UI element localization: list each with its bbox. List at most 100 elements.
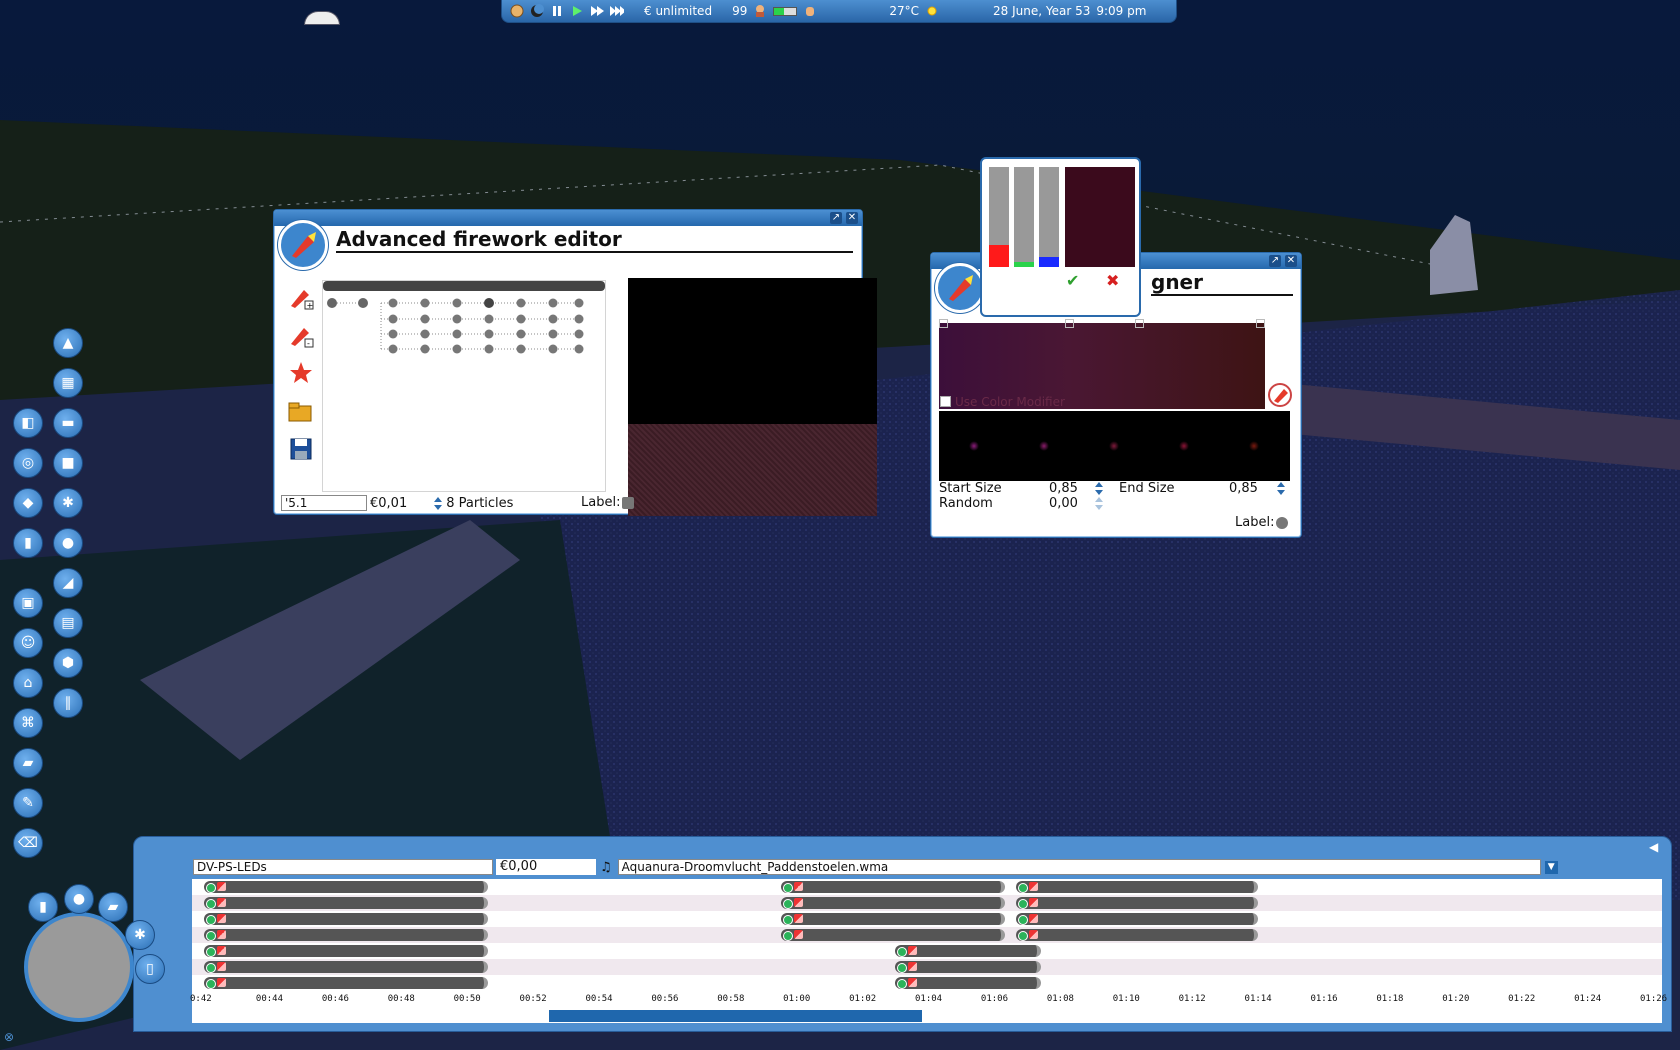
open-folder-button[interactable] [286, 396, 316, 426]
firework-editor-titlebar[interactable] [274, 210, 862, 226]
close-icon[interactable]: ✕ [846, 212, 858, 224]
firework-clip[interactable] [204, 961, 488, 973]
gradient-handle[interactable] [1065, 319, 1074, 328]
staff-icon[interactable]: ● [53, 528, 83, 558]
firework-clip[interactable] [204, 881, 488, 893]
rides-icon[interactable]: ∥ [53, 688, 83, 718]
remove-firework-button[interactable]: - [286, 320, 316, 350]
end-size-value[interactable]: 0,85 [1229, 481, 1258, 496]
guests-info-icon[interactable]: ☺ [13, 628, 43, 658]
firework-tree[interactable] [322, 280, 606, 492]
timeline-row[interactable] [192, 895, 1662, 911]
landscape-icon[interactable]: ▰ [13, 748, 43, 778]
shops-icon[interactable]: ■ [53, 448, 83, 478]
night-mode-icon[interactable] [530, 4, 544, 18]
ride-photo-icon[interactable]: ● [64, 884, 94, 914]
timeline-row[interactable] [192, 943, 1662, 959]
view-options-icon[interactable]: ◎ [13, 448, 43, 478]
money-display[interactable]: € unlimited [644, 4, 712, 18]
play-icon[interactable] [570, 4, 584, 18]
confirm-color-icon[interactable]: ✔ [1066, 271, 1079, 290]
guest-count[interactable]: 99 [732, 4, 747, 18]
walls-icon[interactable]: ▬ [53, 408, 83, 438]
particle-count-spinner[interactable] [433, 496, 444, 510]
firework-clip[interactable] [895, 961, 1041, 973]
close-icon[interactable]: ⊗ [4, 1030, 18, 1044]
gradient-handle[interactable] [1135, 319, 1144, 328]
close-icon[interactable]: ✕ [1285, 255, 1297, 267]
tree-scrollbar[interactable] [323, 281, 605, 291]
firework-clip[interactable] [1016, 881, 1258, 893]
firework-clip[interactable] [781, 913, 1005, 925]
park-rating-meter[interactable] [773, 6, 798, 16]
finances-icon[interactable] [510, 4, 524, 18]
firework-clip[interactable] [204, 929, 488, 941]
wrench-icon[interactable]: ✎ [13, 788, 43, 818]
chevron-down-icon[interactable]: ▼ [1544, 860, 1558, 874]
barrel-icon[interactable]: ▯ [135, 954, 165, 984]
graphs-icon[interactable]: ▮ [28, 892, 58, 922]
collapse-arrow-icon[interactable]: ◀ [1649, 840, 1663, 854]
red-channel-slider[interactable] [989, 167, 1009, 267]
book-icon[interactable]: ▮ [13, 528, 43, 558]
firework-clip[interactable] [781, 881, 1005, 893]
burst-effect-button[interactable] [286, 358, 316, 388]
pause-icon[interactable] [550, 4, 564, 18]
build-object-icon[interactable]: ⬢ [53, 648, 83, 678]
timeline-row[interactable] [192, 975, 1662, 991]
firework-clip[interactable] [781, 897, 1005, 909]
firework-clip[interactable] [204, 913, 488, 925]
trash-icon[interactable]: ⌫ [13, 828, 43, 858]
scenery-trees-icon[interactable]: ▲ [53, 328, 83, 358]
firework-clip[interactable] [781, 929, 1005, 941]
show-name-field[interactable]: DV-PS-LEDs [193, 859, 493, 875]
color-gradient-bar[interactable]: Use Color Modifier [939, 319, 1265, 409]
firework-clip[interactable] [204, 977, 488, 989]
effects-icon[interactable]: ✱ [53, 488, 83, 518]
blue-channel-slider[interactable] [1039, 167, 1059, 267]
firework-clip[interactable] [1016, 913, 1258, 925]
timeline-tracks[interactable]: 0:42 00:44 00:46 00:48 00:50 00:52 00:54 00:56 0… [190, 879, 1667, 1009]
topbar-menu-handle[interactable] [304, 11, 340, 25]
gradient-handle[interactable] [1256, 319, 1265, 328]
timeline-row[interactable] [192, 959, 1662, 975]
label-color-icon[interactable] [1276, 516, 1289, 529]
timeline-scrollbar[interactable] [192, 1009, 1662, 1023]
photo-icon[interactable]: ▣ [13, 588, 43, 618]
end-size-spinner[interactable] [1276, 482, 1287, 495]
music-file-select[interactable]: Aquanura-Droomvlucht_Paddenstoelen.wma [617, 859, 1541, 875]
firework-clip[interactable] [204, 945, 488, 957]
path-icon[interactable]: ⌘ [13, 708, 43, 738]
fastest-forward-icon[interactable] [610, 4, 624, 18]
shop-stall-icon[interactable]: ⌂ [13, 668, 43, 698]
fences-icon[interactable]: ▦ [53, 368, 83, 398]
timeline-row[interactable] [192, 911, 1662, 927]
park-map-icon[interactable]: ◧ [13, 408, 43, 438]
save-button[interactable] [286, 434, 316, 464]
firework-clip[interactable] [204, 897, 488, 909]
firework-clip[interactable] [1016, 897, 1258, 909]
firework-clip[interactable] [895, 945, 1041, 957]
timeline-row[interactable] [192, 879, 1662, 895]
minimap[interactable] [24, 912, 134, 1022]
label-color-icon[interactable] [622, 496, 635, 509]
firework-clip[interactable] [1016, 929, 1258, 941]
green-channel-slider[interactable] [1014, 167, 1034, 267]
color-picker-button[interactable] [1268, 383, 1292, 407]
inspect-icon[interactable]: ◆ [13, 488, 43, 518]
firework-tool-icon[interactable]: ✱ [125, 920, 155, 950]
hand-icon[interactable] [803, 4, 817, 18]
add-firework-button[interactable]: + [286, 282, 316, 312]
terrain-icon[interactable]: ◢ [53, 568, 83, 598]
billboard-icon[interactable]: ▤ [53, 608, 83, 638]
fast-forward-icon[interactable] [590, 4, 604, 18]
firework-clip[interactable] [895, 977, 1041, 989]
firework-name-field[interactable]: '5.1 [281, 495, 367, 511]
start-size-value[interactable]: 0,85 [1049, 481, 1078, 496]
guests-icon[interactable] [753, 4, 767, 18]
undock-icon[interactable]: ↗ [1269, 255, 1281, 267]
folder-icon[interactable]: ▰ [98, 892, 128, 922]
cancel-color-icon[interactable]: ✖ [1106, 271, 1119, 290]
undock-icon[interactable]: ↗ [830, 212, 842, 224]
gradient-handle[interactable] [939, 319, 948, 328]
